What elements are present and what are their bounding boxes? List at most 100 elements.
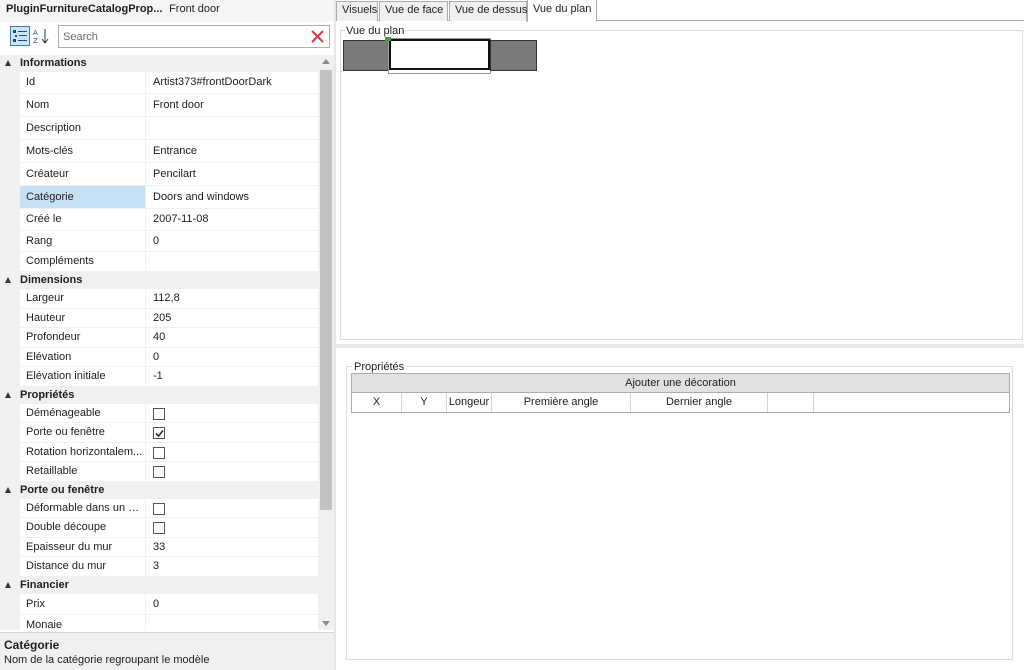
- property-value[interactable]: 0: [147, 348, 318, 367]
- description-text: Nom de la catégorie regroupant le modèle: [4, 654, 210, 666]
- clear-search-icon[interactable]: [309, 28, 326, 45]
- property-value[interactable]: Doors and windows: [147, 186, 318, 208]
- property-checkbox-cell[interactable]: [147, 518, 318, 537]
- property-row[interactable]: Elévation 0: [0, 347, 318, 367]
- door-leaf[interactable]: [389, 39, 490, 70]
- tab-vue-de-dessus[interactable]: Vue de dessus: [449, 1, 527, 21]
- property-value[interactable]: Entrance: [147, 140, 318, 162]
- property-checkbox[interactable]: [153, 446, 165, 459]
- scroll-thumb[interactable]: [320, 70, 332, 510]
- property-value[interactable]: Artist373#frontDoorDark: [147, 72, 318, 93]
- property-value[interactable]: 40: [147, 328, 318, 347]
- add-decoration-button[interactable]: Ajouter une décoration: [351, 373, 1010, 393]
- property-row[interactable]: Epaisseur du mur 33: [0, 537, 318, 557]
- property-checkbox[interactable]: [153, 407, 165, 420]
- row-gutter: [0, 117, 20, 139]
- categorized-icon[interactable]: [10, 26, 30, 46]
- collapse-icon[interactable]: [5, 277, 11, 283]
- property-value[interactable]: 33: [147, 538, 318, 557]
- property-checkbox-cell[interactable]: [147, 443, 318, 462]
- property-row[interactable]: Mots-clés Entrance: [0, 140, 318, 163]
- column-header-y[interactable]: Y: [402, 393, 447, 412]
- property-checkbox[interactable]: [153, 427, 165, 439]
- sort-az-icon[interactable]: A Z: [31, 26, 51, 46]
- property-name: Epaisseur du mur: [20, 537, 146, 556]
- property-scrollbar[interactable]: [318, 55, 334, 630]
- tab-visuels[interactable]: Visuels: [336, 1, 378, 21]
- horizontal-splitter[interactable]: [336, 344, 1024, 348]
- property-row[interactable]: Double découpe: [0, 518, 318, 538]
- property-row[interactable]: Rotation horizontalem...: [0, 442, 318, 462]
- collapse-icon[interactable]: [5, 486, 11, 493]
- property-row[interactable]: Créé le 2007-11-08: [0, 209, 318, 231]
- property-value[interactable]: [147, 117, 318, 139]
- property-row[interactable]: Nom Front door: [0, 94, 318, 117]
- property-row[interactable]: Monaie: [0, 614, 318, 631]
- property-row[interactable]: Profondeur 40: [0, 328, 318, 348]
- row-gutter: [0, 231, 20, 251]
- row-gutter: [0, 140, 20, 162]
- scroll-up-icon[interactable]: [322, 59, 330, 64]
- column-header-dernier-angle[interactable]: Dernier angle: [631, 393, 768, 412]
- property-row[interactable]: Prix 0: [0, 593, 318, 615]
- category-porte-fenetre[interactable]: Porte ou fenêtre: [0, 481, 318, 499]
- property-row[interactable]: Hauteur 205: [0, 308, 318, 328]
- property-value[interactable]: 112,8: [147, 289, 318, 308]
- scroll-down-icon[interactable]: [322, 621, 330, 626]
- property-name: Prix: [20, 593, 146, 614]
- property-checkbox-cell[interactable]: [147, 499, 318, 518]
- column-header-premiere-angle[interactable]: Première angle: [492, 393, 631, 412]
- property-name: Rotation horizontalem...: [20, 442, 146, 461]
- property-row[interactable]: Déformable dans un m...: [0, 498, 318, 518]
- property-row[interactable]: Largeur 112,8: [0, 289, 318, 309]
- property-row[interactable]: Elévation initiale -1: [0, 367, 318, 387]
- category-proprietes[interactable]: Propriétés: [0, 386, 318, 404]
- search-input[interactable]: [59, 26, 305, 47]
- property-value[interactable]: Pencilart: [147, 163, 318, 185]
- property-checkbox[interactable]: [153, 502, 165, 515]
- column-header-x[interactable]: X: [352, 393, 402, 412]
- property-checkbox[interactable]: [153, 522, 165, 534]
- property-value[interactable]: Front door: [147, 94, 318, 116]
- property-row[interactable]: Retaillable: [0, 462, 318, 482]
- property-value[interactable]: 0: [147, 594, 318, 614]
- property-row[interactable]: Distance du mur 3: [0, 557, 318, 577]
- row-gutter: [0, 557, 20, 576]
- property-value[interactable]: 205: [147, 309, 318, 328]
- collapse-icon[interactable]: [5, 391, 11, 398]
- property-row[interactable]: Déménageable: [0, 403, 318, 423]
- tab-vue-de-face[interactable]: Vue de face: [379, 1, 448, 21]
- property-value[interactable]: 0: [147, 231, 318, 251]
- property-row[interactable]: Id Artist373#frontDoorDark: [0, 72, 318, 94]
- property-checkbox-cell[interactable]: [147, 404, 318, 423]
- property-grid: Informations Id Artist373#frontDoorDark No…: [0, 55, 318, 630]
- category-informations[interactable]: Informations: [0, 55, 318, 72]
- property-value[interactable]: 3: [147, 557, 318, 576]
- collapse-icon[interactable]: [5, 60, 11, 66]
- category-financier[interactable]: Financier: [0, 576, 318, 594]
- column-header-extra[interactable]: [768, 393, 814, 412]
- category-dimensions[interactable]: Dimensions: [0, 272, 318, 289]
- property-row[interactable]: Description: [0, 117, 318, 140]
- collapse-icon[interactable]: [5, 581, 11, 588]
- property-row[interactable]: Créateur Pencilart: [0, 163, 318, 186]
- property-name: Déformable dans un m...: [20, 498, 146, 517]
- property-row[interactable]: Porte ou fenêtre: [0, 423, 318, 443]
- property-value[interactable]: 2007-11-08: [147, 209, 318, 230]
- property-checkbox-cell[interactable]: [147, 423, 318, 442]
- column-header-longeur[interactable]: Longeur: [447, 393, 492, 412]
- property-value[interactable]: [147, 615, 318, 631]
- property-row[interactable]: Rang 0: [0, 231, 318, 252]
- property-row[interactable]: Catégorie Doors and windows: [0, 186, 318, 209]
- property-value[interactable]: [147, 252, 318, 271]
- row-gutter: [0, 462, 20, 481]
- row-gutter: [0, 328, 20, 347]
- property-row[interactable]: Compléments: [0, 252, 318, 272]
- property-value[interactable]: -1: [147, 367, 318, 386]
- row-gutter: [0, 442, 20, 461]
- property-checkbox-cell[interactable]: [147, 462, 318, 481]
- property-checkbox[interactable]: [153, 466, 165, 478]
- row-gutter: [0, 289, 20, 308]
- tab-vue-du-plan[interactable]: Vue du plan: [527, 0, 597, 22]
- row-gutter: [0, 308, 20, 327]
